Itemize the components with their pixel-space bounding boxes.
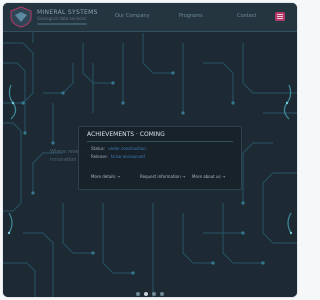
menu-bar [277, 16, 283, 17]
pager-dot[interactable] [136, 292, 140, 296]
background-tagline-line-2: innovation [50, 157, 77, 163]
pager-dot-active[interactable] [144, 292, 148, 296]
shield-logo-icon[interactable] [9, 6, 33, 28]
nav-link-company[interactable]: Our Company [115, 13, 150, 19]
info-row-status: Status: under construction [91, 146, 146, 152]
brand-title: MINERAL SYSTEMS [37, 9, 98, 16]
brand-subtitle: Geological data services [37, 16, 86, 21]
nav-link-contact[interactable]: Contact [237, 13, 256, 19]
info-card: ACHIEVEMENTS · COMING Status: under const… [78, 126, 242, 190]
brand-underline [37, 23, 87, 25]
card-title: ACHIEVEMENTS · COMING [87, 131, 165, 138]
hamburger-icon[interactable] [275, 12, 285, 21]
request-information-link[interactable]: Request information → [140, 174, 185, 179]
menu-bar [277, 14, 283, 15]
info-value-link[interactable]: under construction [108, 146, 146, 151]
nav-link-programs[interactable]: Programs [179, 13, 203, 19]
info-label: Status: [91, 146, 106, 151]
info-value-link[interactable]: to be announced [111, 154, 145, 159]
card-divider [87, 141, 233, 142]
top-header: MINERAL SYSTEMS Geological data services… [3, 3, 297, 32]
pager-dot[interactable] [160, 292, 164, 296]
info-row-release: Release: to be announced [91, 154, 145, 160]
page-frame: Where research meets innovation MINERAL … [3, 3, 297, 297]
brand[interactable]: MINERAL SYSTEMS Geological data services [37, 9, 107, 25]
info-label: Release: [91, 154, 108, 159]
more-about-us-link[interactable]: More about us → [192, 174, 225, 179]
menu-bar [277, 18, 283, 19]
pager-dot[interactable] [152, 292, 156, 296]
more-details-link[interactable]: More details → [91, 174, 120, 179]
